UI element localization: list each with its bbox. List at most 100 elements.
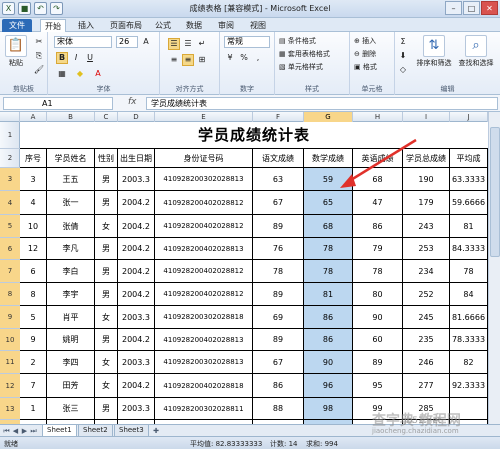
insert-function-icon[interactable]: fx bbox=[128, 97, 137, 107]
table-cell[interactable]: 86 bbox=[304, 329, 353, 351]
next-sheet-icon[interactable]: ▶ bbox=[20, 426, 29, 436]
last-sheet-icon[interactable]: ⏭ bbox=[29, 426, 38, 436]
table-cell[interactable]: 2 bbox=[20, 351, 47, 374]
table-cell[interactable]: 410928200302028811 bbox=[155, 398, 253, 420]
column-header-h[interactable]: H bbox=[353, 112, 403, 122]
table-cell[interactable]: 8 bbox=[20, 283, 47, 306]
table-cell[interactable]: 95 bbox=[353, 374, 403, 398]
table-cell[interactable]: 张三 bbox=[47, 398, 95, 420]
prev-sheet-icon[interactable]: ◀ bbox=[11, 426, 20, 436]
row-header-6[interactable]: 6 bbox=[0, 238, 20, 260]
header-cell[interactable]: 数学成绩 bbox=[304, 149, 353, 168]
table-cell[interactable]: 10 bbox=[20, 215, 47, 238]
copy-icon[interactable]: ⎘ bbox=[33, 50, 45, 62]
table-cell[interactable]: 253 bbox=[403, 238, 450, 260]
table-cell[interactable]: 张倩 bbox=[47, 215, 95, 238]
table-cell[interactable]: 女 bbox=[95, 351, 118, 374]
border-icon[interactable]: ▦ bbox=[56, 68, 68, 80]
column-header-f[interactable]: F bbox=[253, 112, 304, 122]
table-cell[interactable]: 78 bbox=[353, 260, 403, 283]
table-cell[interactable]: 李宇 bbox=[47, 283, 95, 306]
maximize-button[interactable]: □ bbox=[463, 1, 480, 15]
tab-file[interactable]: 文件 bbox=[2, 19, 32, 32]
table-cell[interactable]: 2004.2 bbox=[118, 260, 155, 283]
table-cell[interactable]: 47 bbox=[353, 191, 403, 215]
table-cell[interactable]: 63.3333 bbox=[450, 168, 488, 191]
table-cell[interactable]: 84 bbox=[450, 283, 488, 306]
tab-view[interactable]: 视图 bbox=[250, 20, 266, 31]
table-cell[interactable]: 2004.2 bbox=[118, 191, 155, 215]
table-cell[interactable]: 84.3333 bbox=[450, 238, 488, 260]
header-cell[interactable]: 英语成绩 bbox=[353, 149, 403, 168]
table-cell[interactable]: 2003.3 bbox=[118, 398, 155, 420]
table-cell[interactable]: 6 bbox=[20, 260, 47, 283]
row-header-12[interactable]: 12 bbox=[0, 374, 20, 398]
table-cell[interactable]: 92.3333 bbox=[450, 374, 488, 398]
table-cell[interactable]: 69 bbox=[253, 306, 304, 329]
table-cell[interactable]: 98 bbox=[304, 398, 353, 420]
table-cell[interactable]: 59.6666 bbox=[450, 191, 488, 215]
table-cell[interactable]: 410928200402028812 bbox=[155, 283, 253, 306]
new-sheet-icon[interactable]: ✚ bbox=[150, 426, 162, 436]
table-cell[interactable]: 男 bbox=[95, 398, 118, 420]
table-cell[interactable]: 张一 bbox=[47, 191, 95, 215]
table-cell[interactable]: 252 bbox=[403, 283, 450, 306]
table-cell[interactable]: 7 bbox=[20, 374, 47, 398]
row-header-1[interactable]: 1 bbox=[0, 122, 20, 149]
select-all-corner[interactable] bbox=[0, 112, 20, 122]
font-size-select[interactable]: 26 bbox=[116, 36, 138, 48]
format-painter-icon[interactable]: 🖌 bbox=[33, 64, 45, 76]
close-button[interactable]: ✕ bbox=[481, 1, 498, 15]
header-cell[interactable]: 学员姓名 bbox=[47, 149, 95, 168]
table-cell[interactable]: 67 bbox=[253, 191, 304, 215]
table-cell[interactable]: 410928200402028812 bbox=[155, 191, 253, 215]
table-cell[interactable]: 245 bbox=[403, 306, 450, 329]
table-cell[interactable]: 男 bbox=[95, 260, 118, 283]
header-cell[interactable]: 性别 bbox=[95, 149, 118, 168]
table-cell[interactable]: 78 bbox=[304, 238, 353, 260]
row-header-4[interactable]: 4 bbox=[0, 191, 20, 215]
table-cell[interactable]: 9 bbox=[20, 329, 47, 351]
table-cell[interactable]: 女 bbox=[95, 215, 118, 238]
table-cell[interactable]: 90 bbox=[304, 351, 353, 374]
tab-insert[interactable]: 插入 bbox=[78, 20, 94, 31]
row-header-7[interactable]: 7 bbox=[0, 260, 20, 283]
table-cell[interactable]: 410928200402028818 bbox=[155, 374, 253, 398]
insert-cells-button[interactable]: ⊕ 插入 bbox=[354, 36, 376, 46]
merge-center-icon[interactable]: ⊞ bbox=[196, 54, 208, 66]
table-cell[interactable]: 60 bbox=[353, 329, 403, 351]
minimize-button[interactable]: – bbox=[445, 1, 462, 15]
redo-icon[interactable]: ↷ bbox=[50, 2, 63, 15]
conditional-format-button[interactable]: ▤ 条件格式 bbox=[279, 36, 316, 46]
table-cell[interactable]: 4 bbox=[20, 191, 47, 215]
table-cell[interactable]: 姚明 bbox=[47, 329, 95, 351]
table-cell[interactable]: 男 bbox=[95, 283, 118, 306]
tab-page-layout[interactable]: 页面布局 bbox=[110, 20, 142, 31]
table-cell[interactable]: 277 bbox=[403, 374, 450, 398]
header-cell[interactable]: 平均成 bbox=[450, 149, 488, 168]
table-cell[interactable]: 78 bbox=[304, 260, 353, 283]
column-header-e[interactable]: E bbox=[155, 112, 253, 122]
table-cell[interactable]: 81 bbox=[304, 283, 353, 306]
table-cell[interactable]: 410928200402028813 bbox=[155, 238, 253, 260]
tab-review[interactable]: 审阅 bbox=[218, 20, 234, 31]
save-icon[interactable]: ■ bbox=[18, 2, 31, 15]
align-center-icon[interactable]: ≡ bbox=[182, 54, 194, 66]
percent-icon[interactable]: % bbox=[238, 52, 250, 64]
table-cell[interactable]: 肖平 bbox=[47, 306, 95, 329]
font-name-select[interactable]: 宋体 bbox=[54, 36, 112, 48]
tab-home[interactable]: 开始 bbox=[40, 19, 66, 33]
align-middle-icon[interactable]: ☰ bbox=[182, 38, 194, 50]
tab-formulas[interactable]: 公式 bbox=[155, 20, 171, 31]
table-cell[interactable]: 2004.2 bbox=[118, 374, 155, 398]
header-cell[interactable]: 身份证号码 bbox=[155, 149, 253, 168]
table-cell[interactable]: 2004.2 bbox=[118, 238, 155, 260]
table-cell[interactable]: 76 bbox=[253, 238, 304, 260]
undo-icon[interactable]: ↶ bbox=[34, 2, 47, 15]
fill-icon[interactable]: ⬇ bbox=[397, 50, 409, 62]
column-header-d[interactable]: D bbox=[118, 112, 155, 122]
tab-data[interactable]: 数据 bbox=[186, 20, 202, 31]
row-header-5[interactable]: 5 bbox=[0, 215, 20, 238]
header-cell[interactable]: 语文成绩 bbox=[253, 149, 304, 168]
table-cell[interactable]: 65 bbox=[304, 191, 353, 215]
